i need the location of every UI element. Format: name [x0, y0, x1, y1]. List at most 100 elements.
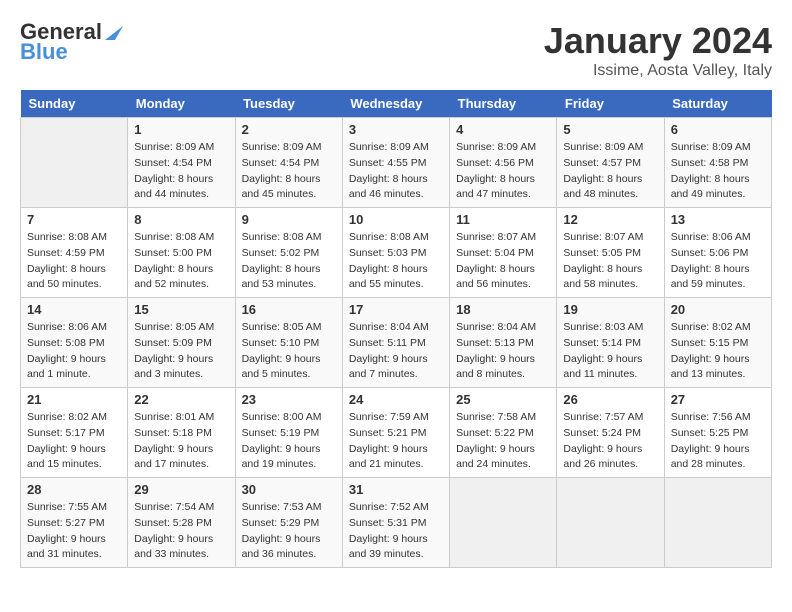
calendar-cell: 30Sunrise: 7:53 AM Sunset: 5:29 PM Dayli… [235, 478, 342, 568]
day-info: Sunrise: 8:04 AM Sunset: 5:11 PM Dayligh… [349, 320, 443, 383]
day-number: 29 [134, 482, 228, 497]
column-header-tuesday: Tuesday [235, 90, 342, 118]
calendar-cell [21, 118, 128, 208]
day-number: 14 [27, 302, 121, 317]
day-info: Sunrise: 7:57 AM Sunset: 5:24 PM Dayligh… [563, 410, 657, 473]
day-info: Sunrise: 8:07 AM Sunset: 5:04 PM Dayligh… [456, 230, 550, 293]
day-number: 13 [671, 212, 765, 227]
page-title: January 2024 [544, 20, 772, 62]
calendar-cell: 9Sunrise: 8:08 AM Sunset: 5:02 PM Daylig… [235, 208, 342, 298]
day-number: 17 [349, 302, 443, 317]
calendar-cell [450, 478, 557, 568]
day-info: Sunrise: 8:01 AM Sunset: 5:18 PM Dayligh… [134, 410, 228, 473]
day-number: 24 [349, 392, 443, 407]
calendar-cell: 22 Sunrise: 8:01 AM Sunset: 5:18 PM Dayli… [128, 388, 235, 478]
day-number: 7 [27, 212, 121, 227]
day-info: Sunrise: 8:08 AM Sunset: 5:00 PM Dayligh… [134, 230, 228, 293]
calendar-week-row: 14 Sunrise: 8:06 AM Sunset: 5:08 PM Dayli… [21, 298, 772, 388]
day-info: Sunrise: 8:03 AM Sunset: 5:14 PM Dayligh… [563, 320, 657, 383]
calendar-cell: 23Sunrise: 8:00 AM Sunset: 5:19 PM Dayli… [235, 388, 342, 478]
day-number: 20 [671, 302, 765, 317]
calendar-cell: 12Sunrise: 8:07 AM Sunset: 5:05 PM Dayli… [557, 208, 664, 298]
day-number: 6 [671, 122, 765, 137]
calendar-cell: 15 Sunrise: 8:05 AM Sunset: 5:09 PM Dayli… [128, 298, 235, 388]
day-info: Sunrise: 8:09 AM Sunset: 4:55 PM Dayligh… [349, 140, 443, 203]
day-number: 8 [134, 212, 228, 227]
page-header: General Blue January 2024 Issime, Aosta … [20, 20, 772, 80]
column-header-monday: Monday [128, 90, 235, 118]
day-info: Sunrise: 7:56 AM Sunset: 5:25 PM Dayligh… [671, 410, 765, 473]
calendar-header: SundayMondayTuesdayWednesdayThursdayFrid… [21, 90, 772, 118]
day-number: 22 [134, 392, 228, 407]
day-number: 27 [671, 392, 765, 407]
day-number: 18 [456, 302, 550, 317]
calendar-cell: 3 Sunrise: 8:09 AM Sunset: 4:55 PM Daylig… [342, 118, 449, 208]
calendar-cell: 5 Sunrise: 8:09 AM Sunset: 4:57 PM Daylig… [557, 118, 664, 208]
calendar-cell: 11 Sunrise: 8:07 AM Sunset: 5:04 PM Dayli… [450, 208, 557, 298]
calendar-cell: 31Sunrise: 7:52 AM Sunset: 5:31 PM Dayli… [342, 478, 449, 568]
calendar-cell: 24Sunrise: 7:59 AM Sunset: 5:21 PM Dayli… [342, 388, 449, 478]
calendar-cell: 20Sunrise: 8:02 AM Sunset: 5:15 PM Dayli… [664, 298, 771, 388]
day-info: Sunrise: 7:55 AM Sunset: 5:27 PM Dayligh… [27, 500, 121, 563]
day-number: 15 [134, 302, 228, 317]
calendar-cell: 1Sunrise: 8:09 AM Sunset: 4:54 PM Daylig… [128, 118, 235, 208]
day-number: 9 [242, 212, 336, 227]
day-info: Sunrise: 8:09 AM Sunset: 4:57 PM Dayligh… [563, 140, 657, 203]
day-number: 11 [456, 212, 550, 227]
day-info: Sunrise: 8:08 AM Sunset: 5:03 PM Dayligh… [349, 230, 443, 293]
day-info: Sunrise: 7:58 AM Sunset: 5:22 PM Dayligh… [456, 410, 550, 473]
column-header-wednesday: Wednesday [342, 90, 449, 118]
day-info: Sunrise: 8:02 AM Sunset: 5:17 PM Dayligh… [27, 410, 121, 473]
day-info: Sunrise: 8:06 AM Sunset: 5:08 PM Dayligh… [27, 320, 121, 383]
page-subtitle: Issime, Aosta Valley, Italy [544, 62, 772, 80]
calendar-cell: 18Sunrise: 8:04 AM Sunset: 5:13 PM Dayli… [450, 298, 557, 388]
day-number: 2 [242, 122, 336, 137]
column-header-sunday: Sunday [21, 90, 128, 118]
day-info: Sunrise: 8:09 AM Sunset: 4:56 PM Dayligh… [456, 140, 550, 203]
calendar-cell: 7Sunrise: 8:08 AM Sunset: 4:59 PM Daylig… [21, 208, 128, 298]
day-number: 12 [563, 212, 657, 227]
day-number: 28 [27, 482, 121, 497]
calendar-cell: 6 Sunrise: 8:09 AM Sunset: 4:58 PM Daylig… [664, 118, 771, 208]
calendar-cell: 26Sunrise: 7:57 AM Sunset: 5:24 PM Dayli… [557, 388, 664, 478]
column-header-saturday: Saturday [664, 90, 771, 118]
logo-text-blue: Blue [20, 40, 68, 64]
calendar-cell: 29Sunrise: 7:54 AM Sunset: 5:28 PM Dayli… [128, 478, 235, 568]
column-header-thursday: Thursday [450, 90, 557, 118]
calendar-cell: 4Sunrise: 8:09 AM Sunset: 4:56 PM Daylig… [450, 118, 557, 208]
calendar-week-row: 28 Sunrise: 7:55 AM Sunset: 5:27 PM Dayli… [21, 478, 772, 568]
day-number: 25 [456, 392, 550, 407]
calendar-cell: 17 Sunrise: 8:04 AM Sunset: 5:11 PM Dayli… [342, 298, 449, 388]
day-number: 21 [27, 392, 121, 407]
calendar-week-row: 7Sunrise: 8:08 AM Sunset: 4:59 PM Daylig… [21, 208, 772, 298]
calendar-cell: 19 Sunrise: 8:03 AM Sunset: 5:14 PM Dayli… [557, 298, 664, 388]
calendar-cell: 27 Sunrise: 7:56 AM Sunset: 5:25 PM Dayli… [664, 388, 771, 478]
column-header-friday: Friday [557, 90, 664, 118]
calendar-table: SundayMondayTuesdayWednesdayThursdayFrid… [20, 90, 772, 568]
calendar-cell: 10 Sunrise: 8:08 AM Sunset: 5:03 PM Dayli… [342, 208, 449, 298]
day-info: Sunrise: 7:53 AM Sunset: 5:29 PM Dayligh… [242, 500, 336, 563]
calendar-week-row: 21 Sunrise: 8:02 AM Sunset: 5:17 PM Dayli… [21, 388, 772, 478]
logo-bird-icon [105, 20, 123, 40]
day-info: Sunrise: 8:05 AM Sunset: 5:09 PM Dayligh… [134, 320, 228, 383]
day-info: Sunrise: 8:09 AM Sunset: 4:58 PM Dayligh… [671, 140, 765, 203]
day-number: 19 [563, 302, 657, 317]
day-number: 5 [563, 122, 657, 137]
calendar-cell: 2 Sunrise: 8:09 AM Sunset: 4:54 PM Daylig… [235, 118, 342, 208]
calendar-cell [664, 478, 771, 568]
day-number: 16 [242, 302, 336, 317]
calendar-cell: 25 Sunrise: 7:58 AM Sunset: 5:22 PM Dayli… [450, 388, 557, 478]
title-section: January 2024 Issime, Aosta Valley, Italy [544, 20, 772, 80]
calendar-cell [557, 478, 664, 568]
day-info: Sunrise: 8:09 AM Sunset: 4:54 PM Dayligh… [242, 140, 336, 203]
day-number: 10 [349, 212, 443, 227]
calendar-cell: 16 Sunrise: 8:05 AM Sunset: 5:10 PM Dayli… [235, 298, 342, 388]
day-info: Sunrise: 8:06 AM Sunset: 5:06 PM Dayligh… [671, 230, 765, 293]
day-info: Sunrise: 8:00 AM Sunset: 5:19 PM Dayligh… [242, 410, 336, 473]
day-info: Sunrise: 8:09 AM Sunset: 4:54 PM Dayligh… [134, 140, 228, 203]
day-info: Sunrise: 7:52 AM Sunset: 5:31 PM Dayligh… [349, 500, 443, 563]
calendar-week-row: 1Sunrise: 8:09 AM Sunset: 4:54 PM Daylig… [21, 118, 772, 208]
calendar-cell: 21 Sunrise: 8:02 AM Sunset: 5:17 PM Dayli… [21, 388, 128, 478]
day-number: 3 [349, 122, 443, 137]
day-info: Sunrise: 8:05 AM Sunset: 5:10 PM Dayligh… [242, 320, 336, 383]
